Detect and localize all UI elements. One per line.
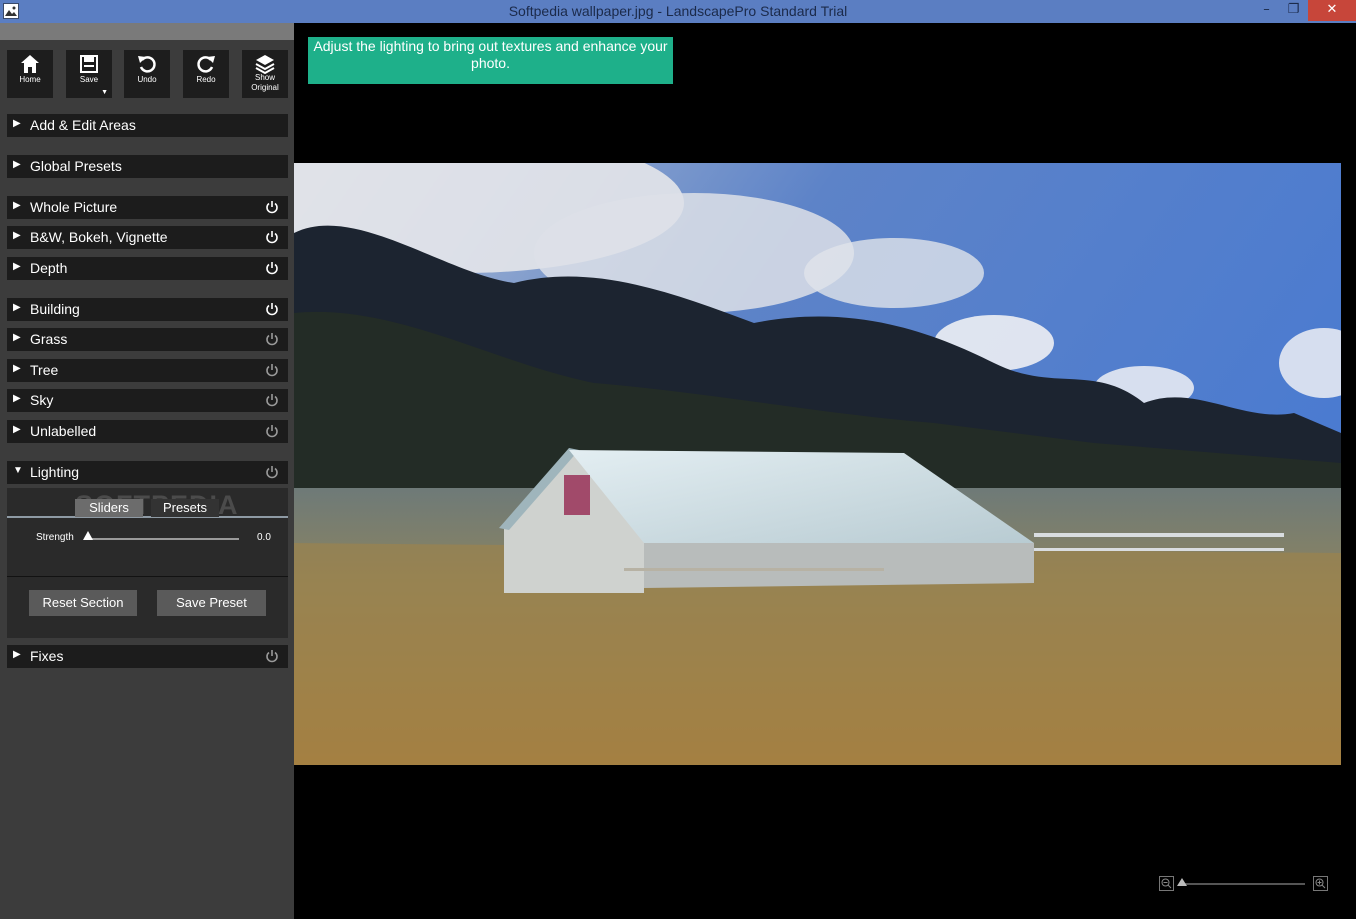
section-label: Whole Picture [30,199,118,215]
undo-label: Undo [137,75,157,84]
show-original-label-1: Show [254,73,275,82]
power-icon[interactable] [265,200,279,214]
section-label: Lighting [30,464,80,480]
section-building[interactable]: ▶ Building [7,298,288,321]
maximize-button[interactable]: ❐ [1280,0,1307,21]
section-label: Building [30,301,80,317]
expand-arrow-icon: ▶ [13,393,21,404]
zoom-control [1159,875,1329,893]
save-label: Save [79,75,99,84]
show-original-label-2: Original [251,83,279,92]
lighting-tabs: SOFTPEDIA Sliders Presets [7,488,288,520]
power-icon[interactable] [265,261,279,275]
section-label: Tree [30,362,59,378]
power-icon[interactable] [265,649,279,663]
layers-icon [255,55,275,74]
section-label: Grass [30,331,68,347]
section-unlabelled[interactable]: ▶ Unlabelled [7,420,288,443]
section-add-edit-areas[interactable]: ▶ Add & Edit Areas [7,114,288,137]
title-bar[interactable]: Softpedia wallpaper.jpg - LandscapePro S… [0,0,1356,23]
section-grass[interactable]: ▶ Grass [7,328,288,351]
power-icon[interactable] [265,230,279,244]
save-icon [80,55,98,73]
tab-presets[interactable]: Presets [151,499,219,517]
section-label: Unlabelled [30,423,97,439]
section-whole-picture[interactable]: ▶ Whole Picture [7,196,288,219]
section-sky[interactable]: ▶ Sky [7,389,288,412]
zoom-slider-thumb[interactable] [1177,878,1187,886]
strength-slider-row: Strength 0.0 [7,528,288,548]
window-title: Softpedia wallpaper.jpg - LandscapePro S… [508,3,848,19]
zoom-slider-track[interactable] [1183,883,1305,885]
zoom-in-icon[interactable] [1313,876,1328,891]
strength-label: Strength [36,532,74,543]
expand-arrow-icon: ▶ [13,332,21,343]
close-button[interactable]: ✕ [1308,0,1356,21]
reset-section-button[interactable]: Reset Section [29,590,137,616]
app-window: Softpedia wallpaper.jpg - LandscapePro S… [0,0,1356,919]
power-icon[interactable] [265,363,279,377]
expand-arrow-icon: ▶ [13,302,21,313]
expand-arrow-icon: ▶ [13,424,21,435]
power-icon[interactable] [265,424,279,438]
strength-slider-thumb[interactable] [83,531,93,540]
redo-button[interactable]: Redo [183,50,229,98]
sidebar-top-strip [0,23,294,40]
undo-button[interactable]: Undo [124,50,170,98]
section-global-presets[interactable]: ▶ Global Presets [7,155,288,178]
strength-value: 0.0 [257,532,271,543]
lighting-panel: SOFTPEDIA Sliders Presets Strength 0.0 R… [7,488,288,638]
expand-arrow-icon: ▶ [13,118,21,129]
undo-icon [138,56,156,73]
section-label: Depth [30,260,68,276]
landscape-photo [294,163,1341,765]
section-lighting[interactable]: ▼ Lighting [7,461,288,484]
strength-slider-track[interactable] [87,538,239,540]
power-icon[interactable] [265,332,279,346]
section-label: Add & Edit Areas [30,117,136,133]
power-icon[interactable] [265,465,279,479]
section-tree[interactable]: ▶ Tree [7,359,288,382]
collapse-arrow-icon: ▼ [13,465,23,476]
expand-arrow-icon: ▶ [13,649,21,660]
save-button[interactable]: Save ▼ [66,50,112,98]
zoom-out-icon[interactable] [1159,876,1174,891]
section-label: Fixes [30,648,64,664]
tab-sliders[interactable]: Sliders [75,499,143,517]
redo-label: Redo [196,75,216,84]
redo-icon [197,56,215,73]
section-fixes[interactable]: ▶ Fixes [7,645,288,668]
expand-arrow-icon: ▶ [13,261,21,272]
expand-arrow-icon: ▶ [13,230,21,241]
section-depth[interactable]: ▶ Depth [7,257,288,280]
photo-canvas[interactable] [294,163,1341,765]
power-icon[interactable] [265,302,279,316]
section-label: Global Presets [30,158,122,174]
save-dropdown-icon[interactable]: ▼ [101,89,108,96]
minimize-button[interactable]: – [1253,0,1280,21]
panel-divider [7,576,288,577]
power-icon[interactable] [265,393,279,407]
show-original-button[interactable]: Show Original [242,50,288,98]
section-label: B&W, Bokeh, Vignette [30,229,168,245]
section-bw-bokeh-vignette[interactable]: ▶ B&W, Bokeh, Vignette [7,226,288,249]
home-button[interactable]: Home [7,50,53,98]
lighting-hint-tooltip: Adjust the lighting to bring out texture… [308,37,673,84]
sidebar: Home Save ▼ Undo Redo Show Original ▶ Ad… [0,23,294,919]
home-label: Home [19,75,41,84]
expand-arrow-icon: ▶ [13,363,21,374]
expand-arrow-icon: ▶ [13,159,21,170]
expand-arrow-icon: ▶ [13,200,21,211]
section-label: Sky [30,392,54,408]
home-icon [21,55,39,73]
save-preset-button[interactable]: Save Preset [157,590,266,616]
